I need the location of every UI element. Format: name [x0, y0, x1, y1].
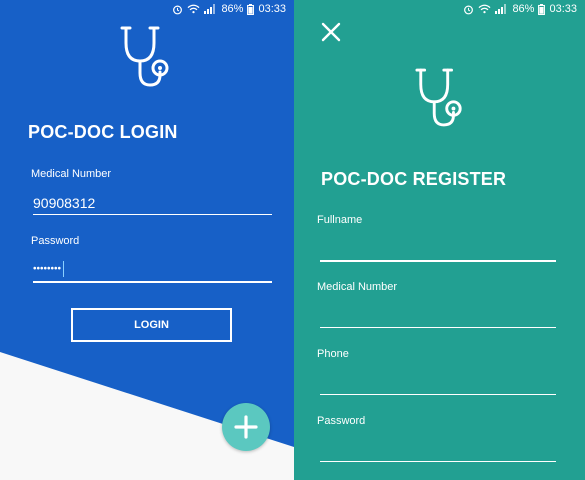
wifi-icon: [187, 4, 200, 14]
phone-label: Phone: [317, 348, 349, 360]
plus-icon: [234, 415, 258, 439]
battery-percent: 86%: [221, 3, 244, 15]
fullname-input[interactable]: [320, 260, 556, 262]
register-password-input[interactable]: [320, 461, 556, 462]
login-button-label: LOGIN: [134, 319, 169, 331]
password-input[interactable]: ••••••••: [33, 261, 65, 277]
clock: 03:33: [549, 3, 577, 15]
register-screen: 86% 03:33 POC-DOC REGISTER Fullname Medi…: [294, 0, 585, 480]
medical-number-label: Medical Number: [31, 168, 112, 180]
register-medical-number-input[interactable]: [320, 327, 556, 328]
signal-icon: [204, 4, 216, 14]
register-password-label: Password: [317, 415, 366, 427]
battery-percent: 86%: [512, 3, 535, 15]
battery-icon: [538, 3, 546, 15]
login-title: POC-DOC LOGIN: [28, 122, 178, 142]
close-button[interactable]: [319, 20, 343, 44]
text-cursor: [63, 261, 65, 277]
status-bar: 86% 03:33: [463, 0, 585, 18]
password-label: Password: [31, 235, 80, 247]
medical-number-input[interactable]: 90908312: [33, 195, 95, 211]
fullname-label: Fullname: [317, 214, 363, 226]
status-bar: 86% 03:33: [172, 0, 294, 18]
password-underline: [33, 281, 272, 283]
clock: 03:33: [258, 3, 286, 15]
alarm-icon: [173, 5, 183, 14]
login-screen: 86% 03:33 POC-DOC LOGIN Medical Number 9…: [0, 0, 294, 480]
wifi-icon: [478, 4, 491, 14]
register-medical-number-label: Medical Number: [317, 281, 398, 293]
battery-icon: [247, 3, 255, 15]
register-fab-button[interactable]: [222, 403, 270, 451]
password-value: ••••••••: [33, 263, 62, 275]
login-button[interactable]: LOGIN: [71, 308, 232, 342]
phone-input[interactable]: [320, 394, 556, 395]
register-title: POC-DOC REGISTER: [321, 169, 507, 189]
stethoscope-logo-icon: [120, 26, 169, 87]
close-icon: [321, 22, 341, 42]
alarm-icon: [464, 5, 474, 14]
signal-icon: [495, 4, 507, 14]
medical-number-underline: [33, 214, 272, 215]
stethoscope-logo-icon: [415, 68, 462, 127]
